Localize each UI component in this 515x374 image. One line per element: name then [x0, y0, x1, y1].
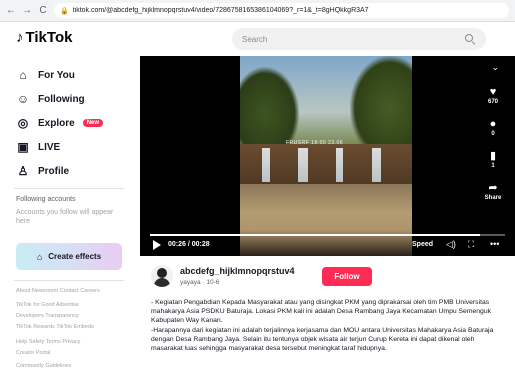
video-player[interactable]: FRUSRF 18:00 23.06 ⌄ ♥ 670 ● 0 ▮ 1 ➦ Sha… [140, 56, 515, 256]
logo-text: TikTok [25, 29, 73, 46]
users-icon: ☺ [16, 92, 30, 106]
sidebar-item-label: For You [38, 69, 75, 81]
video-watermark: FRUSRF 18:00 23.06 [286, 140, 344, 146]
profile-icon: ♙ [17, 164, 29, 178]
following-accounts-title: Following accounts [16, 196, 76, 203]
comment-icon: ● [489, 118, 497, 130]
footer-links[interactable]: Creator Portal [16, 350, 50, 356]
sidebar-divider [14, 280, 124, 281]
follow-button[interactable]: Follow [322, 267, 372, 286]
tiktok-note-icon: ♪ [16, 29, 24, 46]
compass-icon: ◎ [17, 116, 29, 130]
comment-button[interactable]: ● 0 [481, 118, 505, 137]
forward-icon[interactable]: → [22, 5, 32, 16]
tiktok-logo[interactable]: ♪ TikTok [16, 29, 72, 46]
comment-count: 0 [491, 131, 495, 137]
video-time: 00:26 / 00:28 [168, 241, 210, 248]
search-input[interactable]: Search [232, 28, 486, 50]
browser-toolbar: ← → C 🔒 tiktok.com/@abcdefg_hijklmnopqrs… [0, 0, 515, 22]
video-description: - Kegiatan Pengabdian Kepada Masyarakat … [151, 298, 501, 353]
sidebar-item-following[interactable]: ☺ Following [16, 92, 85, 106]
following-accounts-desc: Accounts you follow will appear here [16, 209, 114, 225]
footer-links[interactable]: TikTok for Good Advertise [16, 302, 79, 308]
chevron-down-icon[interactable]: ⌄ [491, 62, 499, 73]
footer-links[interactable]: Developers Transparency [16, 313, 79, 319]
video-controls: 00:26 / 00:28 Speed ◁) ⛶ ••• [140, 230, 515, 256]
create-effects-button[interactable]: ⌂ Create effects [16, 243, 122, 270]
like-button[interactable]: ♥ 670 [481, 86, 505, 105]
scenery-waterfall [298, 148, 308, 182]
sidebar-item-label: Following [38, 93, 85, 105]
share-label: Share [484, 195, 502, 201]
scenery-waterfall [336, 148, 343, 182]
save-button[interactable]: ▮ 1 [481, 150, 505, 169]
sidebar-item-for-you[interactable]: ⌂ For You [16, 68, 75, 82]
fullscreen-icon[interactable]: ⛶ [468, 239, 474, 250]
reload-icon[interactable]: C [38, 5, 48, 16]
save-count: 1 [491, 163, 495, 169]
scenery-waterfall [372, 148, 381, 182]
sidebar-item-label: Profile [38, 165, 70, 177]
more-icon[interactable]: ••• [490, 239, 499, 249]
address-bar[interactable]: 🔒 tiktok.com/@abcdefg_hijklmnopqrstuv4/v… [54, 3, 509, 18]
scenery-trees-left [240, 66, 300, 146]
sidebar-item-live[interactable]: ▣ LIVE [16, 140, 60, 154]
avatar-head [157, 268, 167, 278]
footer-links[interactable]: Help Safety Terms Privacy [16, 339, 80, 345]
sidebar: ⌂ For You ☺ Following ◎ Explore New ▣ LI… [0, 56, 136, 374]
scenery-trees-right [350, 56, 412, 151]
creator-subline: yayaya · 10-6 [180, 279, 220, 286]
like-count: 670 [487, 99, 498, 105]
share-icon: ➦ [488, 182, 498, 194]
progress-fill [150, 234, 481, 236]
live-icon: ▣ [17, 140, 29, 154]
sidebar-item-label: Explore [38, 117, 75, 129]
footer-links[interactable]: TikTok Rewards TikTok Embeds [16, 324, 94, 330]
sidebar-item-explore[interactable]: ◎ Explore New [16, 116, 104, 130]
creator-username[interactable]: abcdefg_hijklmnopqrstuv4 [180, 266, 295, 276]
effects-icon: ⌂ [36, 251, 43, 262]
avatar-body [154, 278, 170, 287]
search-placeholder: Search [242, 34, 268, 44]
description-paragraph: -Harapannya dari kegiatan ini adalah ter… [151, 326, 494, 353]
lock-icon: 🔒 [60, 7, 69, 15]
sidebar-divider [14, 188, 124, 189]
back-icon[interactable]: ← [6, 5, 16, 16]
sidebar-item-profile[interactable]: ♙ Profile [16, 164, 70, 178]
url-text: tiktok.com/@abcdefg_hijklmnopqrstuv4/vid… [72, 7, 369, 14]
heart-icon: ♥ [489, 86, 497, 98]
play-icon[interactable] [153, 240, 161, 250]
create-effects-label: Create effects [48, 252, 102, 261]
sidebar-item-label: LIVE [38, 141, 61, 153]
description-paragraph: - Kegiatan Pengabdian Kepada Masyarakat … [151, 299, 492, 325]
bookmark-icon: ▮ [489, 150, 497, 162]
volume-icon[interactable]: ◁) [446, 239, 456, 250]
speed-button[interactable]: Speed [412, 241, 433, 248]
video-frame: FRUSRF 18:00 23.06 [240, 56, 412, 256]
search-icon[interactable] [464, 33, 476, 45]
new-badge: New [82, 119, 104, 127]
footer-links[interactable]: Community Guidelines [16, 363, 71, 369]
progress-bar[interactable] [150, 234, 505, 236]
share-button[interactable]: ➦ Share [481, 182, 505, 201]
site-header: ♪ TikTok Search [0, 22, 515, 56]
footer-links[interactable]: About Newsroom Contact Careers [16, 288, 100, 294]
scenery-waterfall [262, 148, 270, 182]
home-icon: ⌂ [19, 68, 27, 82]
avatar[interactable] [151, 265, 173, 287]
